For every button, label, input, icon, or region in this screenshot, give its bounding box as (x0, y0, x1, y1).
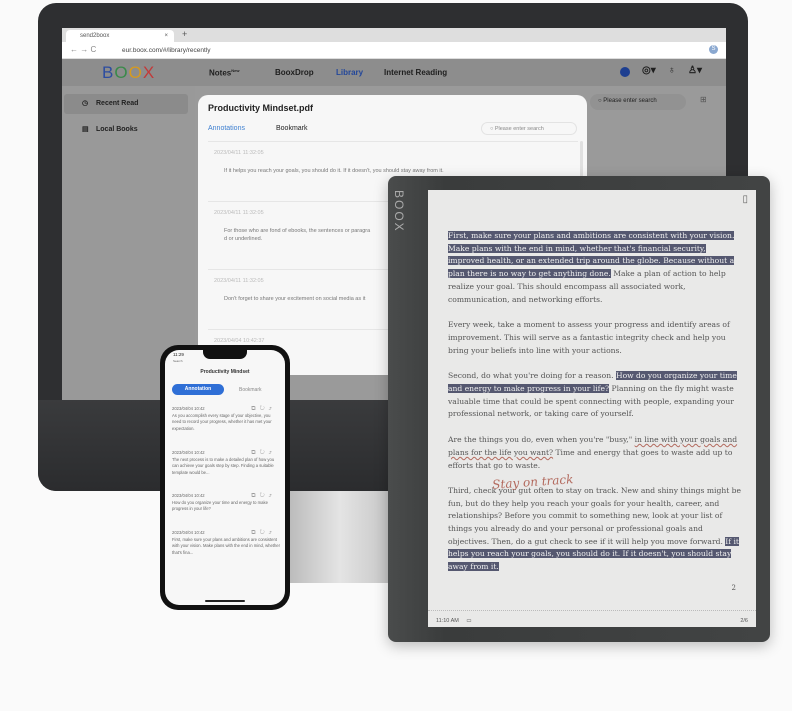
notch (203, 350, 247, 359)
grid-view-icon[interactable]: ⊞ (700, 95, 707, 104)
library-search-input[interactable]: ○ Please enter search (590, 94, 686, 110)
tab-bookmark[interactable]: Bookmark (276, 125, 308, 132)
nav-internet-reading[interactable]: Internet Reading (384, 68, 447, 77)
modal-search-input[interactable]: ○ Please enter search (481, 122, 577, 135)
phone-note[interactable]: ⧉↻⤴ 2023/04/04 10:42 As you accomplish eve… (172, 406, 280, 432)
download-icon[interactable] (620, 67, 630, 77)
note-actions-icons[interactable]: ⧉↻⤴ (251, 493, 276, 500)
sidebar-item-recent-read[interactable]: ◷ Recent Read (64, 94, 188, 114)
status-bar: 11:10 AM ▭ 2/6 (428, 610, 756, 627)
paragraph: Second, do what you're doing for a reaso… (448, 371, 737, 419)
modal-title: Productivity Mindset.pdf (208, 103, 314, 113)
paragraph: First, make sure your plans and ambition… (448, 231, 735, 304)
support-icon[interactable]: ♁ (668, 65, 676, 76)
tab-bookmark[interactable]: Bookmark (239, 387, 262, 394)
phone-note[interactable]: ⧉↻⤴ 2023/04/04 10:42 How do you organize y… (172, 493, 280, 513)
phone-note[interactable]: ⧉↻⤴ 2023/04/04 10:42 First, make sure your… (172, 530, 280, 556)
phone-title: Productivity Mindset (200, 369, 250, 375)
url-text: eur.boox.com/#/library/recently (122, 47, 211, 54)
note-actions-icons[interactable]: ⧉↻⤴ (251, 450, 276, 457)
e-reader-page: ▯ First, make sure your plans and ambiti… (428, 190, 756, 627)
sidebar-item-local-books[interactable]: ▤ Local Books (64, 120, 188, 140)
browser-tab[interactable]: send2boox × (66, 30, 174, 42)
home-indicator (205, 600, 245, 602)
phone-note[interactable]: ⧉↻⤴ 2023/04/04 10:42 The next process is t… (172, 450, 280, 476)
new-badge: New (231, 68, 240, 73)
tab-annotation[interactable]: Annotation (172, 384, 224, 395)
address-bar[interactable]: ← → C eur.boox.com/#/library/recently S (62, 42, 726, 59)
battery-icon: ▭ (466, 618, 472, 624)
clock-icon: ◷ (82, 100, 89, 107)
device-brand-logo: BOOX (392, 190, 406, 233)
note-actions-icons[interactable]: ⧉↻⤴ (251, 530, 276, 537)
page-indicator: 2/6 (740, 618, 748, 624)
close-tab-icon[interactable]: × (164, 33, 168, 39)
settings-icon[interactable]: ◎▾ (642, 65, 656, 76)
nav-notes[interactable]: NotesNew (209, 68, 239, 78)
new-tab-icon[interactable]: + (182, 29, 187, 39)
user-icon[interactable]: ♙▾ (688, 65, 702, 76)
tab-title: send2boox (80, 33, 110, 39)
tab-bar: send2boox × + (62, 28, 726, 42)
nav-booxdrop[interactable]: BooxDrop (275, 68, 314, 77)
nav-library[interactable]: Library (336, 68, 363, 77)
clock: 11:10 AM (436, 618, 459, 624)
paragraph: Third, check your gut often to stay on t… (448, 485, 742, 572)
page-number: 2 (731, 584, 736, 592)
phone-screen: 11:29 Search Productivity Mindset Annota… (165, 350, 285, 605)
back-to-search[interactable]: Search (173, 358, 183, 365)
boox-logo: BOOX (102, 63, 156, 82)
monitor-stand (290, 491, 390, 583)
bookmark-icon[interactable]: ▯ (742, 194, 748, 207)
book-icon: ▤ (82, 126, 89, 133)
profile-avatar[interactable]: S (709, 45, 718, 54)
paragraph: Every week, take a moment to assess your… (448, 320, 730, 355)
app-header: BOOX NotesNew BooxDrop Library Internet … (62, 59, 726, 86)
tab-annotations[interactable]: Annotations (208, 125, 245, 132)
note-actions-icons[interactable]: ⧉↻⤴ (251, 406, 276, 413)
nav-arrows-icon[interactable]: ← → C (70, 45, 96, 54)
